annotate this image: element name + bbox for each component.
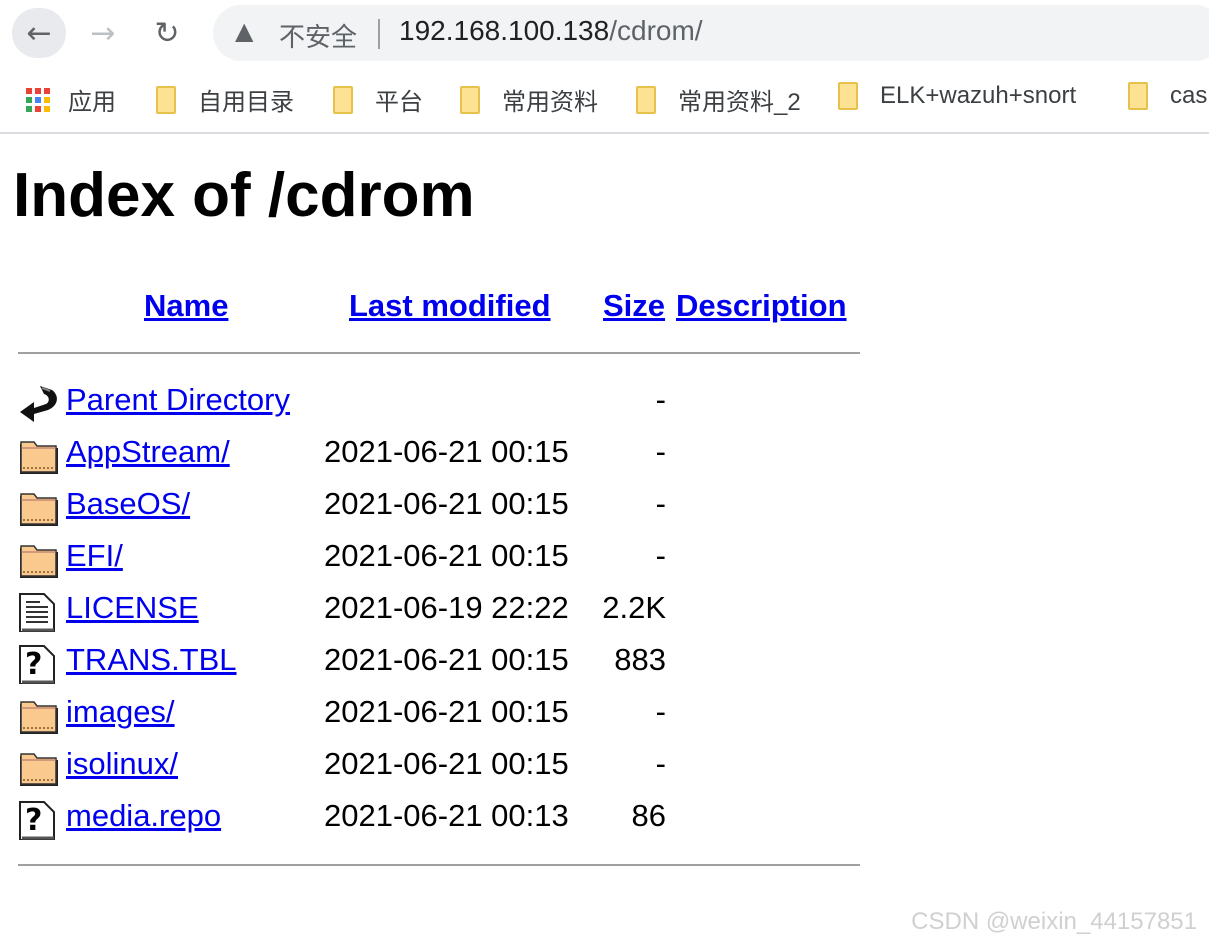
file-size: - <box>655 694 666 729</box>
footer-divider <box>18 864 860 866</box>
back-icon <box>18 384 60 424</box>
file-size: 883 <box>614 642 666 677</box>
sort-by-name-link[interactable]: Name <box>144 288 228 324</box>
url-host: 192.168.100.138 <box>399 15 610 46</box>
bookmark-label: cas <box>1170 82 1208 109</box>
browser-toolbar: ← → ↻ ▲ 不安全 192.168.100.138/cdrom/ <box>0 0 1209 66</box>
toolbar-divider <box>0 132 1209 134</box>
arrow-left-icon: ← <box>26 15 52 51</box>
file-size: - <box>655 746 666 781</box>
unknown-file-icon: ? <box>18 644 60 685</box>
entry-link[interactable]: TRANS.TBL <box>66 642 237 678</box>
last-modified: 2021-06-21 00:15 <box>324 486 569 521</box>
bookmark-item[interactable]: 常用资料_2 <box>636 82 801 117</box>
bookmark-item[interactable]: cas <box>1128 82 1207 110</box>
url-text[interactable]: 192.168.100.138/cdrom/ <box>399 15 703 47</box>
reload-button[interactable]: ↻ <box>140 8 194 58</box>
arrow-right-icon: → <box>90 15 116 51</box>
bookmark-label: ELK+wazuh+snort <box>880 82 1077 109</box>
reload-icon: ↻ <box>154 15 180 51</box>
folder-icon <box>460 85 480 114</box>
folder-icon <box>18 696 60 736</box>
bookmarks-bar: 应用 自用目录 平台 常用资料 常用资料_2 ELK+wazuh+snort cas <box>0 72 1209 130</box>
address-bar[interactable]: ▲ 不安全 192.168.100.138/cdrom/ <box>213 5 1209 61</box>
page-title: Index of /cdrom <box>13 161 475 230</box>
bookmark-item[interactable]: 自用目录 <box>156 82 294 117</box>
bookmark-label: 常用资料 <box>502 89 598 116</box>
bookmark-item[interactable]: 常用资料 <box>460 82 598 117</box>
bookmark-label: 常用资料_2 <box>678 89 801 116</box>
table-row: Parent Directory - <box>18 380 868 424</box>
last-modified: 2021-06-21 00:15 <box>324 434 569 469</box>
warning-icon: ▲ <box>235 17 254 45</box>
folder-icon <box>18 748 60 788</box>
folder-icon <box>838 82 858 110</box>
file-size: 86 <box>631 798 666 833</box>
table-row: AppStream/ 2021-06-21 00:15 - <box>18 432 868 476</box>
last-modified: 2021-06-21 00:15 <box>324 538 569 573</box>
folder-icon <box>1128 82 1148 110</box>
folder-icon <box>333 85 353 114</box>
forward-button[interactable]: → <box>76 8 130 58</box>
folder-icon <box>156 85 176 114</box>
table-row: EFI/ 2021-06-21 00:15 - <box>18 536 868 580</box>
entry-link[interactable]: LICENSE <box>66 590 199 626</box>
entry-link[interactable]: BaseOS/ <box>66 486 190 522</box>
file-size: 2.2K <box>602 590 666 625</box>
bookmark-item[interactable]: ELK+wazuh+snort <box>838 82 1076 110</box>
entry-link[interactable]: images/ <box>66 694 175 730</box>
svg-text:?: ? <box>25 647 42 682</box>
table-row: LICENSE 2021-06-19 22:22 2.2K <box>18 588 868 633</box>
back-button[interactable]: ← <box>12 8 66 58</box>
table-row: BaseOS/ 2021-06-21 00:15 - <box>18 484 868 528</box>
url-path: /cdrom/ <box>609 15 703 46</box>
entry-link[interactable]: Parent Directory <box>66 382 290 418</box>
table-row: ? media.repo 2021-06-21 00:13 86 <box>18 796 868 841</box>
folder-icon <box>636 85 656 114</box>
table-row: isolinux/ 2021-06-21 00:15 - <box>18 744 868 788</box>
svg-text:?: ? <box>25 803 42 838</box>
sort-by-size-link[interactable]: Size <box>603 288 665 324</box>
header-divider <box>18 352 860 354</box>
folder-icon <box>18 436 60 476</box>
unknown-file-icon: ? <box>18 800 60 841</box>
last-modified: 2021-06-21 00:15 <box>324 746 569 781</box>
watermark: CSDN @weixin_44157851 <box>911 908 1197 935</box>
bookmark-label: 自用目录 <box>198 89 294 116</box>
file-size: - <box>655 486 666 521</box>
file-size: - <box>655 538 666 573</box>
bookmark-label: 应用 <box>68 89 116 116</box>
last-modified: 2021-06-21 00:15 <box>324 642 569 677</box>
security-label[interactable]: 不安全 <box>279 17 357 54</box>
entry-link[interactable]: EFI/ <box>66 538 123 574</box>
file-size: - <box>655 434 666 469</box>
last-modified: 2021-06-21 00:13 <box>324 798 569 833</box>
file-size: - <box>655 382 666 417</box>
table-row: images/ 2021-06-21 00:15 - <box>18 692 868 736</box>
entry-link[interactable]: AppStream/ <box>66 434 230 470</box>
bookmark-item[interactable]: 平台 <box>333 82 423 117</box>
apps-grid-icon <box>26 87 50 112</box>
entry-link[interactable]: isolinux/ <box>66 746 178 782</box>
last-modified: 2021-06-19 22:22 <box>324 590 569 625</box>
folder-icon <box>18 540 60 580</box>
bookmark-item[interactable]: 应用 <box>26 82 116 117</box>
sort-by-last-modified-link[interactable]: Last modified <box>349 288 551 324</box>
last-modified: 2021-06-21 00:15 <box>324 694 569 729</box>
entry-link[interactable]: media.repo <box>66 798 221 834</box>
folder-icon <box>18 488 60 528</box>
table-row: ? TRANS.TBL 2021-06-21 00:15 883 <box>18 640 868 685</box>
text-file-icon <box>18 592 60 633</box>
separator <box>378 19 380 49</box>
sort-by-description-link[interactable]: Description <box>676 288 847 324</box>
bookmark-label: 平台 <box>375 89 423 116</box>
